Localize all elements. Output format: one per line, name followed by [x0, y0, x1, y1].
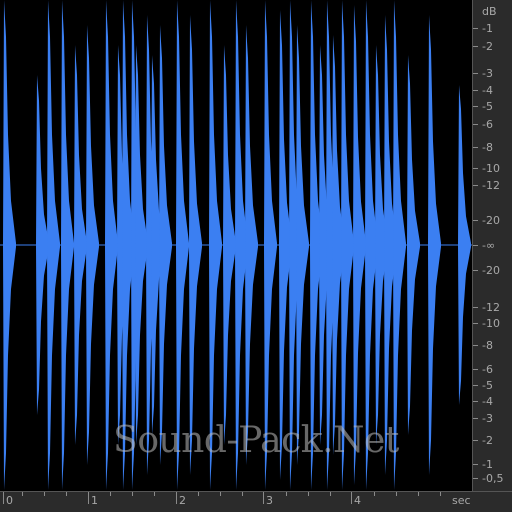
- db-label: -20: [482, 264, 500, 277]
- db-label: -5: [482, 100, 493, 113]
- waveform-burst: [74, 45, 87, 445]
- db-label: -10: [482, 317, 500, 330]
- db-label: -12: [482, 179, 500, 192]
- db-tick: [473, 307, 478, 308]
- time-minor-tick: [110, 492, 111, 496]
- time-minor-tick: [44, 492, 45, 496]
- time-minor-tick: [286, 492, 287, 496]
- waveform-graph: [0, 0, 472, 490]
- db-tick: [473, 90, 478, 91]
- db-tick: [473, 106, 478, 107]
- waveform-burst: [159, 25, 172, 465]
- time-unit-label: sec: [452, 494, 471, 507]
- time-minor-tick: [396, 492, 397, 496]
- db-tick: [473, 147, 478, 148]
- waveform-burst: [407, 55, 420, 435]
- time-minor-tick: [198, 492, 199, 496]
- time-label: 3: [266, 494, 273, 507]
- time-minor-tick: [418, 492, 419, 496]
- db-label: -3: [482, 412, 493, 425]
- db-tick: [473, 270, 478, 271]
- waveform-burst: [189, 15, 202, 475]
- time-tick: [176, 492, 177, 504]
- db-label: -4: [482, 84, 493, 97]
- waveform-view[interactable]: [0, 0, 472, 491]
- waveform-burst: [353, 5, 366, 485]
- db-tick: [473, 401, 478, 402]
- db-label: -6: [482, 118, 493, 131]
- db-label: -8: [482, 141, 493, 154]
- db-tick: [473, 478, 478, 479]
- waveform-bursts: [3, 0, 471, 490]
- waveform-burst: [176, 0, 189, 490]
- time-label: 2: [179, 494, 186, 507]
- waveform-burst: [458, 85, 471, 405]
- time-minor-tick: [242, 492, 243, 496]
- db-label: -1: [482, 22, 493, 35]
- decibel-ruler: dB -1 -2 -3 -4 -5 -6 -8 -10 -12 -20 -∞ -20 -12 -10 -8 -…: [472, 0, 512, 491]
- waveform-burst: [341, 0, 354, 490]
- time-tick: [351, 492, 352, 504]
- db-tick: [473, 323, 478, 324]
- db-tick: [473, 418, 478, 419]
- waveform-burst: [47, 0, 60, 490]
- db-tick: [473, 185, 478, 186]
- waveform-burst: [61, 0, 74, 490]
- db-tick: [473, 28, 478, 29]
- time-minor-tick: [330, 492, 331, 496]
- waveform-burst: [393, 0, 406, 490]
- db-label: -3: [482, 67, 493, 80]
- db-tick: [473, 168, 478, 169]
- time-label: 1: [91, 494, 98, 507]
- db-tick: [473, 440, 478, 441]
- db-label: -2: [482, 434, 493, 447]
- db-label: -12: [482, 301, 500, 314]
- time-minor-tick: [440, 492, 441, 496]
- time-minor-tick: [132, 492, 133, 496]
- time-tick: [263, 492, 264, 504]
- db-label: -2: [482, 40, 493, 53]
- db-label: -∞: [482, 239, 496, 252]
- db-label: -0,5: [482, 472, 504, 485]
- time-minor-tick: [66, 492, 67, 496]
- waveform-burst: [105, 0, 118, 490]
- waveform-burst: [3, 0, 16, 490]
- waveform-burst: [264, 0, 277, 490]
- waveform-burst: [209, 0, 222, 490]
- db-label: -1: [482, 458, 493, 471]
- time-minor-tick: [22, 492, 23, 496]
- waveform-burst: [428, 15, 441, 475]
- db-tick: [473, 385, 478, 386]
- time-minor-tick: [154, 492, 155, 496]
- db-tick: [473, 46, 478, 47]
- db-label: -20: [482, 214, 500, 227]
- db-label: -4: [482, 395, 493, 408]
- waveform-burst: [86, 25, 99, 465]
- time-label: 0: [6, 494, 13, 507]
- db-label: -5: [482, 379, 493, 392]
- db-label: -10: [482, 162, 500, 175]
- db-tick: [473, 345, 478, 346]
- db-tick: [473, 369, 478, 370]
- time-minor-tick: [308, 492, 309, 496]
- db-tick: [473, 124, 478, 125]
- db-label: -6: [482, 363, 493, 376]
- time-ruler: sec 0 1 2 3 4: [0, 491, 512, 512]
- db-unit-label: dB: [482, 5, 497, 18]
- time-minor-tick: [220, 492, 221, 496]
- db-tick: [473, 464, 478, 465]
- db-tick: [473, 73, 478, 74]
- waveform-burst: [223, 45, 236, 445]
- db-tick: [473, 220, 478, 221]
- waveform-burst: [296, 25, 309, 465]
- time-minor-tick: [374, 492, 375, 496]
- db-label: -8: [482, 339, 493, 352]
- time-label: 4: [354, 494, 361, 507]
- time-tick: [3, 492, 4, 504]
- db-tick: [473, 245, 478, 246]
- waveform-burst: [245, 25, 258, 465]
- time-tick: [88, 492, 89, 504]
